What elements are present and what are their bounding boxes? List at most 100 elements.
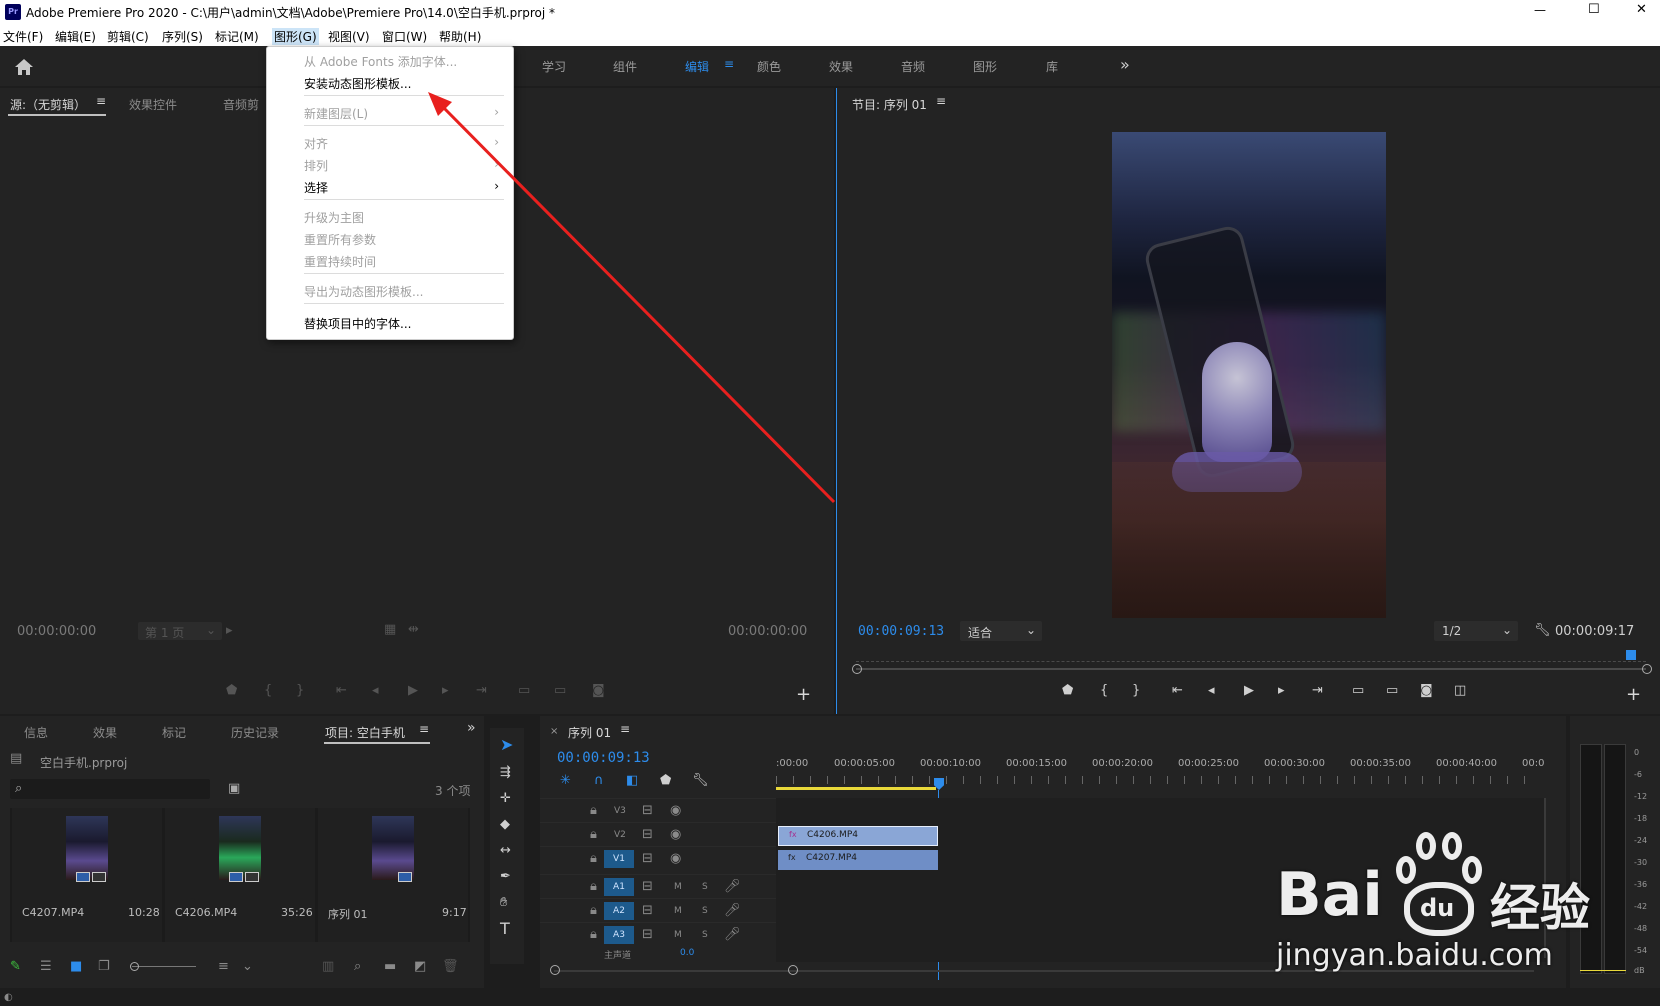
step-forward-icon[interactable]: ▸ (1278, 684, 1285, 698)
microphone-icon[interactable]: 🎤︎ (724, 904, 741, 918)
microphone-icon[interactable]: 🎤︎ (724, 880, 741, 894)
mark-in-icon[interactable]: { (1100, 684, 1108, 698)
tab-effects[interactable]: 效果 (93, 724, 117, 741)
timeline-scroll-handle[interactable] (788, 965, 798, 975)
pen-tool-icon[interactable]: ✒ (500, 870, 511, 884)
timeline-scroll-handle[interactable] (550, 965, 560, 975)
linked-selection-icon[interactable]: ◧ (626, 774, 638, 788)
program-mini-ruler[interactable] (856, 650, 1646, 662)
go-to-out-icon[interactable]: ⇥ (1312, 684, 1323, 698)
export-frame-icon[interactable]: ◙ (1420, 684, 1433, 698)
export-frame-icon[interactable]: ◙ (592, 684, 605, 698)
program-add-button[interactable]: + (1626, 684, 1641, 705)
go-to-in-icon[interactable]: ⇤ (336, 684, 347, 698)
chevron-down-icon[interactable]: ⌄ (242, 960, 253, 974)
safe-margins-icon[interactable]: ▦ (384, 623, 396, 637)
timeline-settings-icon[interactable]: 🔧︎ (692, 774, 709, 788)
tab-info[interactable]: 信息 (24, 724, 48, 741)
workspace-color[interactable]: 颜色 (757, 58, 781, 75)
workspace-assembly[interactable]: 组件 (613, 58, 637, 75)
minimize-button[interactable]: — (1534, 3, 1546, 17)
workspace-libraries[interactable]: 库 (1046, 58, 1058, 75)
track-label[interactable]: V3 (614, 806, 626, 816)
close-sequence-icon[interactable]: × (550, 726, 558, 737)
type-tool-icon[interactable]: T (500, 921, 510, 937)
menu-item-arrange[interactable]: 排列 (304, 157, 328, 174)
maximize-button[interactable]: ☐ (1588, 2, 1600, 17)
selection-tool-icon[interactable]: ➤ (500, 737, 513, 753)
work-area-bar[interactable] (776, 787, 936, 790)
menu-view[interactable]: 视图(V) (328, 28, 370, 45)
home-icon[interactable] (14, 58, 34, 76)
extract-icon[interactable]: ▭ (1386, 684, 1398, 698)
step-back-icon[interactable]: ◂ (372, 684, 379, 698)
solo-button[interactable]: S (702, 882, 708, 892)
panel-more-icon[interactable]: » (467, 720, 476, 736)
comparison-view-icon[interactable]: ◫ (1454, 684, 1466, 698)
timeline-ruler[interactable]: :00:00 00:00:05:00 00:00:10:00 00:00:15:… (776, 756, 1556, 792)
go-to-in-icon[interactable]: ⇤ (1172, 684, 1183, 698)
tab-audio-clip-mixer[interactable]: 音频剪 (223, 96, 259, 113)
sync-lock-icon[interactable]: ⊟ (642, 804, 653, 818)
step-back-icon[interactable]: ◂ (1208, 684, 1215, 698)
list-view-icon[interactable]: ☰ (40, 960, 52, 974)
lock-icon[interactable]: 🔒︎ (590, 928, 597, 942)
zoom-slider-handle[interactable] (130, 962, 139, 971)
sync-lock-icon[interactable]: ⊟ (642, 852, 653, 866)
pencil-icon[interactable]: ✎ (10, 960, 21, 974)
clip-c4207[interactable]: fx C4207.MP4 (778, 850, 938, 870)
workspace-graphics[interactable]: 图形 (973, 58, 997, 75)
trash-icon[interactable]: 🗑︎ (442, 960, 459, 974)
workspace-learn[interactable]: 学习 (542, 58, 566, 75)
zoom-slider[interactable] (132, 966, 196, 967)
source-add-button[interactable]: + (796, 684, 811, 705)
lock-icon[interactable]: 🔒︎ (590, 880, 597, 894)
workspace-menu-icon[interactable]: ≡ (724, 57, 734, 71)
menu-item-upgrade-master[interactable]: 升级为主图 (304, 209, 364, 226)
track-label[interactable]: A3 (604, 926, 634, 944)
workspace-audio[interactable]: 音频 (901, 58, 925, 75)
mark-in-icon[interactable]: { (264, 684, 272, 698)
menu-marker[interactable]: 标记(M) (215, 28, 259, 45)
menu-item-export-mogrt[interactable]: 导出为动态图形模板... (304, 283, 423, 300)
menu-item-align[interactable]: 对齐 (304, 135, 328, 152)
tab-source-menu-icon[interactable]: ≡ (96, 94, 106, 108)
play-icon[interactable]: ▶ (1244, 684, 1254, 698)
mute-button[interactable]: M (674, 906, 682, 916)
zoom-handle-left[interactable] (852, 664, 862, 674)
track-label[interactable]: A2 (604, 902, 634, 920)
go-to-out-icon[interactable]: ⇥ (476, 684, 487, 698)
program-title[interactable]: 节目: 序列 01 (852, 96, 927, 113)
overwrite-clip-icon[interactable]: ▭ (554, 684, 566, 698)
track-select-tool-icon[interactable]: ⇶ (500, 766, 511, 780)
new-search-bin-icon[interactable]: ▣ (228, 782, 240, 796)
solo-button[interactable]: S (702, 930, 708, 940)
lock-icon[interactable]: 🔒︎ (590, 828, 597, 842)
menu-item-reset-params[interactable]: 重置所有参数 (304, 231, 376, 248)
lock-icon[interactable]: 🔒︎ (590, 804, 597, 818)
new-bin-icon[interactable]: ▬ (384, 960, 396, 974)
add-marker-icon[interactable]: ⬟ (1062, 684, 1073, 698)
new-item-icon[interactable]: ◩ (414, 960, 426, 974)
menu-window[interactable]: 窗口(W) (382, 28, 427, 45)
clip-c4206[interactable]: fx C4206.MP4 (778, 826, 938, 846)
close-button[interactable]: ✕ (1636, 2, 1647, 17)
tab-effect-controls[interactable]: 效果控件 (129, 96, 177, 113)
play-small-icon[interactable]: ▸ (226, 624, 233, 638)
automate-to-sequence-icon[interactable]: ▥ (322, 960, 334, 974)
menu-graphics[interactable]: 图形(G) (272, 28, 319, 45)
track-label[interactable]: V1 (604, 850, 634, 868)
program-zoom-bar[interactable] (856, 668, 1646, 670)
lock-icon[interactable]: 🔒︎ (590, 852, 597, 866)
step-forward-icon[interactable]: ▸ (442, 684, 449, 698)
tab-project[interactable]: 项目: 空白手机 (325, 724, 405, 741)
zoom-handle-right[interactable] (1642, 664, 1652, 674)
lift-icon[interactable]: ▭ (1352, 684, 1364, 698)
track-label[interactable]: A1 (604, 878, 634, 896)
microphone-icon[interactable]: 🎤︎ (724, 928, 741, 942)
menu-item-new-layer[interactable]: 新建图层(L) (304, 105, 368, 122)
lock-icon[interactable]: 🔒︎ (590, 904, 597, 918)
program-playhead-timecode[interactable]: 00:00:09:13 (858, 624, 944, 639)
mark-out-icon[interactable]: } (1132, 684, 1140, 698)
insert-icon[interactable]: ⇹ (408, 623, 419, 637)
